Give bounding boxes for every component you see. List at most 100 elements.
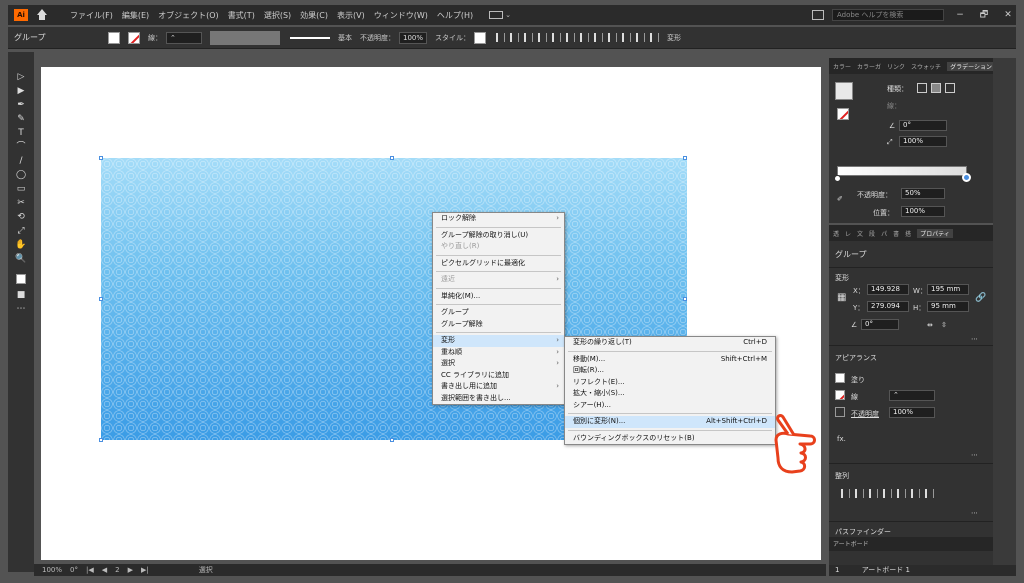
transform-submenu-item[interactable]: 個別に変形(N)... Alt+Shift+Ctrl+D [565,416,775,428]
context-menu-item[interactable]: CC ライブラリに追加 [433,370,564,382]
flip-horizontal-icon[interactable]: ⇹ [927,321,933,329]
align-icons[interactable] [496,33,660,42]
transform-submenu-item[interactable]: 回転(R)... [565,365,775,377]
artboard-first-button[interactable]: |◀ [86,566,94,574]
gradient-stop-right[interactable] [962,173,971,182]
constrain-proportions-icon[interactable]: 🔗 [975,293,986,303]
selection-handle[interactable] [683,156,687,160]
gradient-angle-field[interactable]: 0° [899,120,947,131]
gradient-opacity-field[interactable]: 50% [901,188,945,199]
line-tool[interactable]: / [8,154,34,168]
align-buttons[interactable] [841,489,934,498]
y-field[interactable]: 279.094 [867,301,909,312]
selection-handle[interactable] [99,438,103,442]
artboard-number[interactable]: 2 [115,566,119,574]
context-menu-item[interactable]: グループ解除 [433,319,564,331]
selection-tool[interactable]: ▷ [8,70,34,84]
artboard-list-row[interactable]: 1 アートボード 1 [829,565,1016,576]
context-menu-item[interactable]: グループ [433,307,564,319]
minimize-button[interactable]: − [952,10,968,20]
context-menu-item[interactable]: グループ解除の取り消し(U) [433,230,564,242]
help-search-input[interactable]: Adobe ヘルプを検索 [832,9,944,21]
current-tool-status[interactable]: 選択 [199,565,213,575]
artboards-tab-label[interactable]: アートボード [833,539,869,548]
context-menu-item[interactable]: ピクセルグリッドに最適化 [433,258,564,270]
tab-color-guide[interactable]: カラーガ [857,62,881,71]
zoom-tool[interactable]: 🔍 [8,252,34,266]
fill-stroke-widget[interactable] [8,274,34,288]
arc-tool[interactable]: ⌒ [8,140,34,154]
tab-stroke[interactable]: 搭 [905,229,911,238]
close-button[interactable]: ✕ [1000,10,1016,20]
menu-view[interactable]: 表示(V) [337,10,365,21]
selection-handle[interactable] [683,297,687,301]
restore-button[interactable]: 🗗 [976,7,992,23]
opacity-label[interactable]: 不透明度： [360,33,395,43]
menu-window[interactable]: ウィンドウ(W) [374,10,428,21]
tab-links[interactable]: リンク [887,62,905,71]
stroke-style-preview[interactable] [290,36,330,39]
chevron-down-icon[interactable]: ⌄ [505,11,511,19]
stroke-swatch[interactable] [128,31,140,44]
tab-swatches[interactable]: スウォッチ [911,62,941,71]
artboard-next-button[interactable]: ▶ [128,566,133,574]
rectangle-tool[interactable]: ▭ [8,182,34,196]
gradient-preview-swatch[interactable] [835,82,853,100]
edit-toolbar-icon[interactable]: ⋯ [8,302,34,316]
selection-handle[interactable] [99,297,103,301]
screen-mode-tool[interactable]: ■ [8,288,34,302]
h-field[interactable]: 95 mm [927,301,969,312]
tab-type[interactable]: 書 [893,229,899,238]
tab-character[interactable]: 文 [857,229,863,238]
ellipse-tool[interactable]: ◯ [8,168,34,182]
linear-gradient-icon[interactable] [917,83,927,93]
tab-layers[interactable]: レ [845,229,851,238]
collapsed-panel-strip[interactable] [993,58,1016,565]
menu-help[interactable]: ヘルプ(H) [437,10,473,21]
opacity-swatch-icon[interactable] [835,407,845,417]
canvas-area[interactable] [34,52,826,564]
transform-submenu-item[interactable]: 拡大・縮小(S)... [565,388,775,400]
selection-handle[interactable] [390,438,394,442]
stroke-none-swatch[interactable] [837,108,849,120]
tab-gradient[interactable]: グラデーション [947,61,993,71]
scale-tool[interactable]: ⤢ [8,224,34,238]
appearance-opacity-label[interactable]: 不透明度 [851,409,879,419]
pen-tool[interactable]: ✒ [8,98,34,112]
gradient-ratio-field[interactable]: 100% [899,136,947,147]
hand-tool[interactable]: ✋ [8,238,34,252]
appearance-more-icon[interactable]: ⋯ [971,451,978,459]
selection-handle[interactable] [390,156,394,160]
arrange-documents-icon[interactable] [812,10,824,20]
artboards-panel-tab[interactable]: アートボード [829,537,993,551]
context-menu-item[interactable]: ロック解除 › [433,213,564,225]
brush-label[interactable]: 基本 [338,33,352,43]
zoom-level[interactable]: 100% [42,566,62,574]
tab-transparency[interactable]: 透 [833,229,839,238]
variable-width-profile[interactable] [210,30,280,45]
menu-effect[interactable]: 効果(C) [300,10,328,21]
curvature-tool[interactable]: ✎ [8,112,34,126]
radial-gradient-icon[interactable] [931,83,941,93]
artboard-last-button[interactable]: ▶| [141,566,149,574]
type-tool[interactable]: T [8,126,34,140]
menu-edit[interactable]: 編集(E) [122,10,149,21]
tab-path[interactable]: パ [881,229,887,238]
direct-selection-tool[interactable]: ▶ [8,84,34,98]
context-menu-item[interactable]: 単純化(M)... [433,291,564,303]
appearance-opacity-field[interactable]: 100% [889,407,935,418]
tab-properties[interactable]: プロパティ [917,228,953,238]
context-menu-item[interactable]: 変形 › [433,335,564,347]
transform-submenu-item[interactable]: リフレクト(E)... [565,377,775,389]
transform-link[interactable]: 変形 [667,33,681,43]
gradient-stop-left[interactable] [834,175,841,182]
fx-button[interactable]: fx. [837,435,846,443]
artboard-prev-button[interactable]: ◀ [102,566,107,574]
workspace-icon[interactable] [489,11,504,19]
freeform-gradient-icon[interactable] [945,83,955,93]
opacity-field[interactable]: 100% [399,31,428,44]
eyedropper-icon[interactable]: ✐ [837,195,843,203]
x-field[interactable]: 149.928 [867,284,909,295]
context-menu-item[interactable]: 書き出し用に追加 › [433,381,564,393]
context-menu-item[interactable]: 重ね順 › [433,347,564,359]
